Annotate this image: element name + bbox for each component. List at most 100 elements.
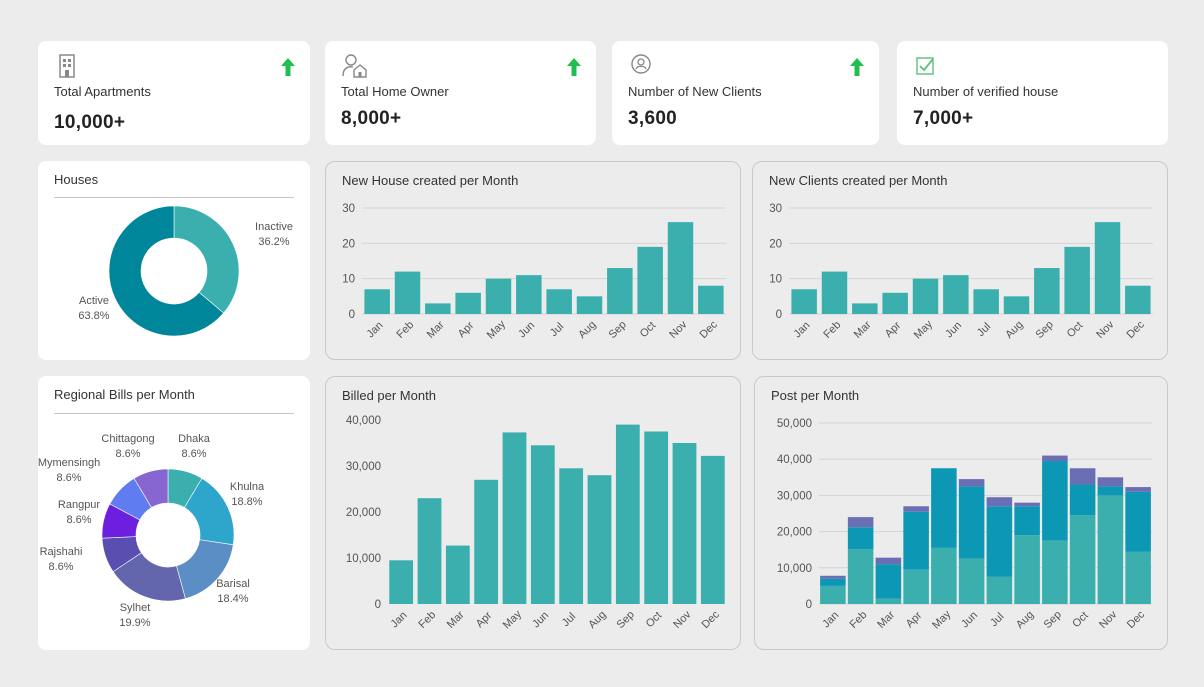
bar <box>1094 222 1121 314</box>
stat-card-total-home-owner: Total Home Owner 8,000+ <box>325 41 596 145</box>
x-tick-label: Apr <box>904 609 925 630</box>
bar <box>791 289 817 314</box>
stat-card-verified-house: Number of verified house 7,000+ <box>897 41 1168 145</box>
bar-segment <box>847 527 874 549</box>
bar <box>698 285 724 314</box>
bar-segment <box>1097 495 1124 604</box>
bar <box>576 296 603 314</box>
y-tick-label: 50,000 <box>777 418 812 430</box>
bar <box>672 443 697 604</box>
new-house-bar-chart: 0 10 20 30 Jan Feb Mar Apr May Jun Jul Aug Sep Oct Nov… <box>342 203 726 342</box>
bar <box>425 303 451 314</box>
bar <box>455 292 481 314</box>
x-tick-label: May <box>912 318 936 342</box>
bar <box>559 468 584 604</box>
x-tick-label: Dec <box>1125 318 1148 341</box>
stat-label: Number of verified house <box>913 84 1059 99</box>
x-tick-label: Aug <box>1003 319 1025 341</box>
bar-segment <box>1042 455 1068 462</box>
bar <box>667 222 694 314</box>
slice-label: Mymensingh <box>38 457 100 469</box>
trend-up-arrow-icon <box>567 58 581 76</box>
bar-segment <box>875 564 902 599</box>
x-tick-label: Jun <box>516 319 537 340</box>
building-icon <box>59 54 75 78</box>
post-chart-panel: Post per Month 0 10,000 20,000 30,000 40,000… <box>754 376 1168 650</box>
bar <box>474 479 499 604</box>
y-tick-label: 20 <box>342 238 355 250</box>
houses-donut-chart: Inactive 36.2% Active 63.8% <box>78 205 293 337</box>
bar <box>821 271 848 314</box>
x-tick-label: Oct <box>1070 610 1091 631</box>
y-tick-label: 10,000 <box>777 563 812 575</box>
bar <box>615 424 640 604</box>
bar-segment <box>1069 484 1096 516</box>
stat-value: 10,000+ <box>54 112 126 133</box>
x-tick-label: Mar <box>425 319 447 341</box>
y-tick-label: 0 <box>776 309 782 321</box>
x-tick-label: May <box>485 318 509 342</box>
bar <box>1003 296 1030 314</box>
slice-label: Khulna <box>230 481 265 493</box>
bar <box>700 455 725 604</box>
regional-bills-card: Regional Bills per Month Dhaka 8.6% Khulna… <box>38 376 310 650</box>
new-clients-bar-chart: 0 10 20 30 Jan Feb Mar Apr May Jun Jul Aug Sep Oct Nov… <box>769 203 1153 342</box>
home-owner-icon <box>342 54 367 78</box>
bar-segment <box>1042 461 1068 541</box>
x-tick-label: Feb <box>394 319 416 341</box>
slice-label: Inactive <box>255 221 293 233</box>
bar <box>530 445 555 604</box>
x-tick-label: Apr <box>456 319 477 340</box>
bar-segment <box>986 497 1013 507</box>
bar <box>502 432 527 604</box>
y-tick-label: 40,000 <box>777 454 812 466</box>
bar-segment <box>1125 551 1151 604</box>
bar-segment <box>820 578 846 586</box>
x-tick-label: Nov <box>671 608 694 631</box>
bar-segment <box>820 575 846 579</box>
slice-label: Sylhet <box>120 602 151 614</box>
slice-percent: 36.2% <box>258 236 289 248</box>
x-tick-label: Sep <box>607 319 629 341</box>
bar-segment <box>1069 515 1096 604</box>
stat-value: 3,600 <box>628 108 678 129</box>
bar <box>943 275 969 314</box>
x-tick-label: Apr <box>474 609 495 630</box>
x-tick-label: Nov <box>1097 608 1120 631</box>
regional-donut-chart: Dhaka 8.6% Khulna 18.8% Barisal 18.4% Sylhet 19… <box>38 433 265 629</box>
bar <box>912 278 939 314</box>
x-tick-label: Nov <box>667 318 690 341</box>
post-stacked-bar-chart: 0 10,000 20,000 30,000 40,000 50,000 Jan Feb Mar… <box>777 418 1152 632</box>
bar-segment <box>903 506 929 512</box>
bar-segment <box>1125 491 1151 552</box>
x-tick-label: May <box>930 608 954 632</box>
bar-segment <box>903 569 929 604</box>
slice-percent: 19.9% <box>119 617 150 629</box>
bar-segment <box>847 517 874 528</box>
y-tick-label: 30,000 <box>346 461 381 473</box>
bar-segment <box>875 598 902 604</box>
bar-segment <box>986 506 1013 577</box>
x-tick-label: Mar <box>445 609 467 631</box>
bar-segment <box>986 576 1013 604</box>
stat-card-total-apartments: Total Apartments 10,000+ <box>38 41 310 145</box>
x-tick-label: Jul <box>548 321 566 339</box>
stat-value: 7,000+ <box>913 108 974 129</box>
bar <box>852 303 878 314</box>
bar-segment <box>1097 477 1124 487</box>
x-tick-label: Jan <box>389 609 410 630</box>
y-tick-label: 10 <box>769 274 782 286</box>
bar <box>973 289 999 314</box>
bar-segment <box>958 558 985 604</box>
bar <box>1064 246 1090 314</box>
bar-segment <box>931 468 957 548</box>
bar <box>417 498 442 604</box>
bar-segment <box>1097 486 1124 496</box>
x-tick-label: Jun <box>943 319 964 340</box>
bar-segment <box>1014 506 1040 536</box>
x-tick-label: Aug <box>586 609 608 631</box>
y-tick-label: 10,000 <box>346 553 381 565</box>
bar-segment <box>931 547 957 604</box>
y-tick-label: 30 <box>342 203 355 215</box>
bar <box>485 278 512 314</box>
